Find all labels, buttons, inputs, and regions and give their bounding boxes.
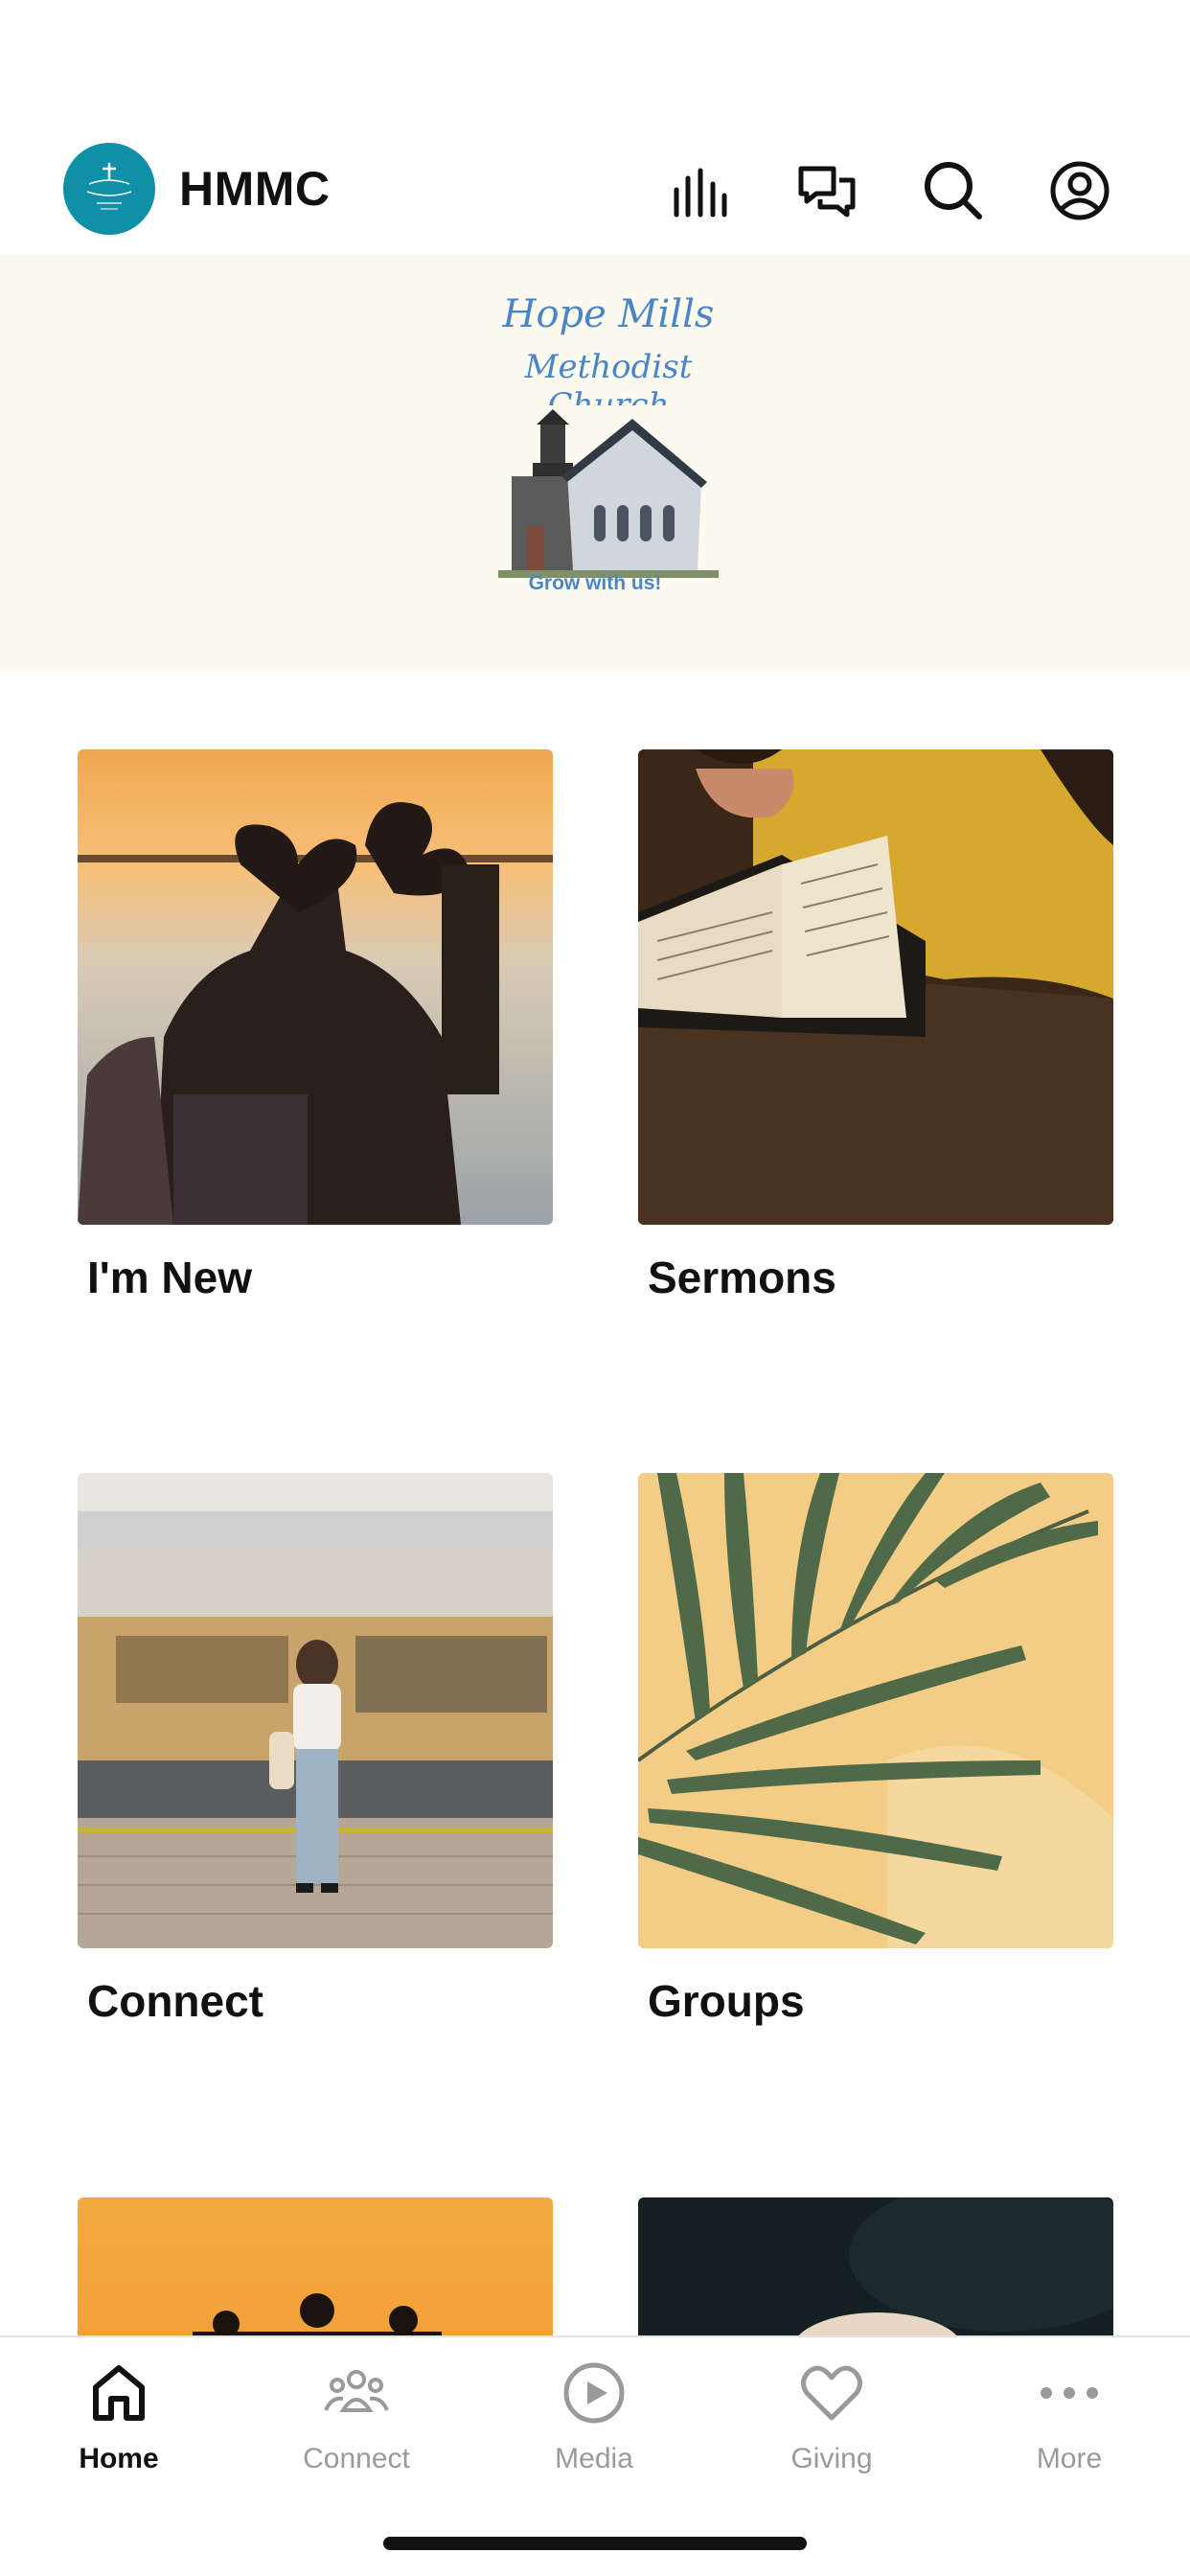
profile-icon[interactable]: [1048, 159, 1111, 222]
tab-media[interactable]: Media: [498, 2357, 690, 2475]
tile-connect[interactable]: Connect: [78, 1473, 553, 2027]
home-indicator: [383, 2537, 807, 2550]
tab-label: Connect: [303, 2443, 410, 2474]
tile-label: I'm New: [87, 1253, 252, 1302]
tab-label: More: [1036, 2443, 1103, 2474]
train-station-image: [78, 1473, 553, 1948]
heart-icon: [801, 2365, 862, 2421]
tab-connect[interactable]: Connect: [261, 2357, 452, 2475]
search-icon[interactable]: [922, 159, 985, 222]
tab-more[interactable]: More: [973, 2357, 1165, 2475]
more-dots-icon: [1041, 2387, 1098, 2399]
chat-bubbles-icon[interactable]: [795, 159, 858, 222]
banner-tagline: Grow with us!: [528, 572, 662, 594]
palm-leaf-image: [638, 1473, 1113, 1948]
church-building-icon: [498, 405, 719, 578]
church-banner[interactable]: Hope Mills Methodist Church Grow with us…: [0, 254, 1190, 672]
tile-label: Sermons: [648, 1253, 836, 1302]
church-logo[interactable]: [63, 143, 155, 235]
tile-im-new[interactable]: I'm New: [78, 749, 553, 1303]
tab-giving[interactable]: Giving: [736, 2357, 927, 2475]
app-title: HMMC: [179, 162, 331, 216]
banner-script-line-1: Hope Mills: [502, 292, 715, 336]
tile-groups[interactable]: Groups: [638, 1473, 1113, 2027]
friends-heart-hands-image: [78, 749, 553, 1225]
people-icon: [324, 2370, 389, 2412]
tab-label: Media: [555, 2443, 633, 2474]
church-logo-mark-icon: [86, 163, 132, 210]
tab-home[interactable]: Home: [23, 2357, 215, 2475]
church-banner-art: Hope Mills Methodist Church: [498, 292, 719, 580]
tab-label: Home: [79, 2443, 159, 2474]
play-circle-icon: [563, 2362, 625, 2424]
tile-sermons[interactable]: Sermons: [638, 749, 1113, 1303]
app-header: HMMC: [0, 125, 1190, 255]
tab-label: Giving: [790, 2443, 873, 2474]
bars-chart-icon[interactable]: [669, 159, 732, 222]
tile-label: Groups: [648, 1976, 805, 2026]
open-bible-image: [638, 749, 1113, 1225]
tile-label: Connect: [87, 1976, 263, 2026]
home-icon: [93, 2365, 145, 2421]
